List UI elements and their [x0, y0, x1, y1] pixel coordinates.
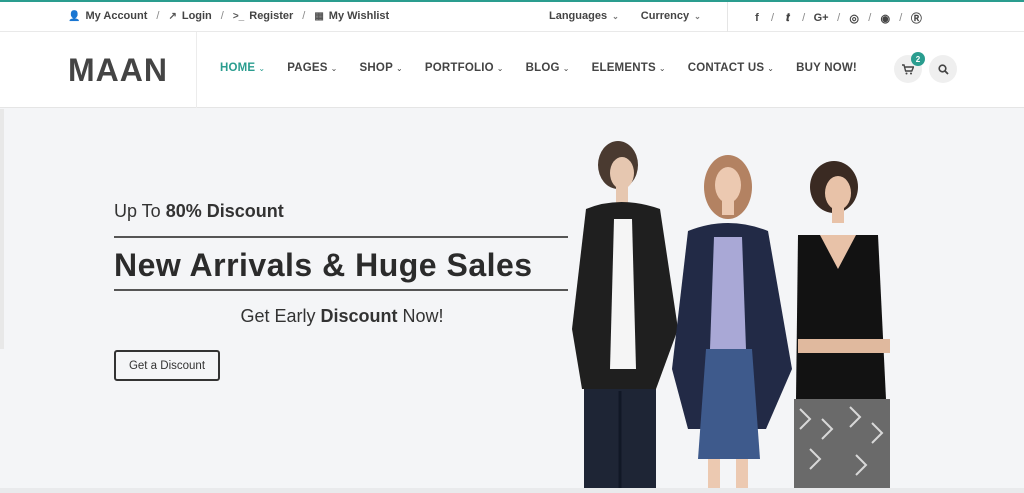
main-header: MAAN HOME ⌄ PAGES ⌄ SHOP ⌄ PORTFOLIO ⌄ B…	[0, 32, 1024, 108]
separator: /	[220, 10, 224, 22]
social-links: f / 𝒕 / G+ / ◎ / ◉ / Ⓡ	[750, 10, 923, 26]
nav-item-shop[interactable]: SHOP ⌄	[360, 62, 403, 74]
reddit-icon[interactable]: ◉	[878, 12, 892, 25]
nav-item-blog[interactable]: BLOG ⌄	[526, 62, 570, 74]
separator: /	[156, 10, 160, 22]
divider	[114, 289, 568, 291]
nav-item-label: PAGES	[287, 62, 328, 74]
nav-item-home[interactable]: HOME ⌄	[220, 62, 265, 74]
nav-item-label: BUY NOW!	[796, 62, 857, 74]
hero-text: Up To 80% Discount New Arrivals & Huge S…	[114, 201, 570, 327]
nav-item-contact-us[interactable]: CONTACT US ⌄	[688, 62, 774, 74]
side-panel-tab[interactable]	[0, 109, 4, 349]
dribbble-icon[interactable]: ◎	[847, 12, 861, 25]
divider	[196, 32, 197, 108]
account-links: 👤 My Account / ↗ Login / >_ Register / ▦…	[68, 10, 389, 22]
discount-line: Up To 80% Discount	[114, 201, 570, 222]
nav-item-pages[interactable]: PAGES ⌄	[287, 62, 337, 74]
discount-prefix: Up To	[114, 201, 166, 221]
separator: /	[837, 12, 841, 24]
nav-item-label: SHOP	[359, 62, 393, 74]
nav-item-portfolio[interactable]: PORTFOLIO ⌄	[425, 62, 504, 74]
login-link[interactable]: ↗ Login	[168, 10, 211, 22]
search-button[interactable]	[929, 55, 957, 83]
subline-suffix: Now!	[397, 306, 444, 326]
section-divider	[0, 488, 1024, 493]
separator: /	[771, 12, 775, 24]
nav-item-label: CONTACT US	[687, 62, 765, 74]
my-wishlist-label: My Wishlist	[328, 10, 390, 22]
chevron-down-icon: ⌄	[258, 63, 266, 73]
nav-item-label: BLOG	[525, 62, 560, 74]
chevron-down-icon: ⌄	[395, 63, 403, 73]
google-plus-icon[interactable]: G+	[812, 12, 830, 24]
nav-item-label: ELEMENTS	[591, 62, 656, 74]
currency-label: Currency	[640, 10, 690, 22]
my-wishlist-link[interactable]: ▦ My Wishlist	[314, 10, 389, 22]
subline-prefix: Get Early	[240, 306, 321, 326]
site-logo[interactable]: MAAN	[68, 52, 168, 89]
hero-subline: Get Early Discount Now!	[114, 306, 570, 327]
separator: /	[868, 12, 872, 24]
nav-item-label: HOME	[220, 62, 256, 74]
my-account-label: My Account	[85, 10, 148, 22]
skype-icon[interactable]: Ⓡ	[909, 10, 923, 26]
separator: /	[302, 10, 306, 22]
hero-headline: New Arrivals & Huge Sales	[114, 247, 533, 283]
hero-models-image	[572, 141, 890, 493]
chevron-down-icon: ⌄	[694, 11, 701, 21]
discount-value: 80% Discount	[165, 201, 284, 221]
divider	[727, 2, 728, 32]
languages-label: Languages	[549, 10, 608, 22]
nav-item-buy-now[interactable]: BUY NOW!	[796, 62, 857, 74]
locale-selectors: Languages ⌄ Currency ⌄	[549, 10, 723, 22]
languages-dropdown[interactable]: Languages ⌄	[549, 10, 619, 22]
register-label: Register	[249, 10, 294, 22]
separator: /	[899, 12, 903, 24]
terminal-icon: >_	[232, 10, 245, 22]
currency-dropdown[interactable]: Currency ⌄	[641, 10, 701, 22]
cart-icon	[902, 63, 914, 74]
chevron-down-icon: ⌄	[330, 63, 338, 73]
login-label: Login	[181, 10, 212, 22]
cart-count-badge: 2	[911, 52, 925, 66]
search-icon	[937, 63, 949, 75]
top-bar: 👤 My Account / ↗ Login / >_ Register / ▦…	[0, 0, 1024, 32]
model-right	[794, 161, 890, 493]
main-nav: HOME ⌄ PAGES ⌄ SHOP ⌄ PORTFOLIO ⌄ BLOG ⌄…	[220, 62, 879, 74]
user-icon: 👤	[68, 10, 81, 22]
nav-item-label: PORTFOLIO	[424, 62, 494, 74]
hero-banner: Up To 80% Discount New Arrivals & Huge S…	[0, 109, 1024, 493]
register-link[interactable]: >_ Register	[233, 10, 293, 22]
chevron-down-icon: ⌄	[767, 63, 775, 73]
divider	[114, 236, 568, 238]
facebook-icon[interactable]: f	[750, 12, 764, 24]
chevron-down-icon: ⌄	[562, 63, 570, 73]
model-middle	[672, 155, 792, 493]
external-link-icon: ↗	[168, 10, 177, 22]
my-account-link[interactable]: 👤 My Account	[68, 10, 147, 22]
chevron-down-icon: ⌄	[496, 63, 504, 73]
chevron-down-icon: ⌄	[658, 63, 666, 73]
chevron-down-icon: ⌄	[612, 11, 619, 21]
nav-item-elements[interactable]: ELEMENTS ⌄	[592, 62, 666, 74]
model-left	[572, 141, 678, 493]
subline-bold: Discount	[320, 306, 398, 326]
gift-icon: ▦	[314, 10, 324, 22]
separator: /	[802, 12, 806, 24]
twitter-icon[interactable]: 𝒕	[781, 12, 795, 25]
get-discount-button[interactable]: Get a Discount	[114, 350, 220, 381]
